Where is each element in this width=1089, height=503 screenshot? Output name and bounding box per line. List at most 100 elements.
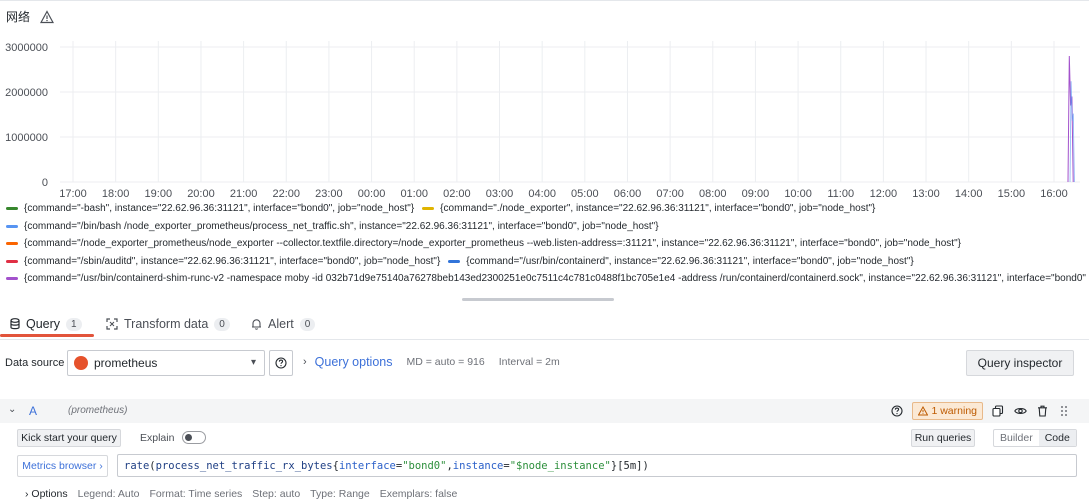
expr-value-2: "$node_instance" (509, 459, 611, 472)
tab-alert[interactable]: Alert 0 (251, 310, 316, 338)
drag-handle-icon[interactable] (1057, 404, 1071, 418)
legend-row: {command="-bash", instance="22.62.96.36:… (6, 200, 1089, 218)
query-options-row[interactable]: › Options Legend: Auto Format: Time seri… (25, 488, 457, 500)
x-tick-label: 02:00 (443, 188, 471, 200)
tab-query-count: 1 (66, 317, 82, 331)
x-tick-label: 00:00 (358, 188, 386, 200)
legend-swatch (448, 259, 461, 263)
x-tick-label: 19:00 (145, 188, 173, 200)
x-tick-label: 01:00 (400, 188, 428, 200)
trash-icon[interactable] (1035, 404, 1049, 418)
x-tick-label: 03:00 (486, 188, 514, 200)
x-tick-label: 12:00 (870, 188, 898, 200)
legend-label: {command="./node_exporter", instance="22… (440, 203, 876, 215)
query-ref-id[interactable]: A (29, 404, 37, 418)
legend-label: {command="/node_exporter_prometheus/node… (24, 238, 961, 250)
warning-icon (918, 406, 929, 416)
x-tick-label: 21:00 (230, 188, 258, 200)
legend-label: {command="/usr/bin/containerd-shim-runc-… (24, 273, 1086, 285)
options-format: Format: Time series (149, 488, 243, 500)
x-tick-label: 07:00 (656, 188, 684, 200)
explain-label: Explain (140, 431, 175, 444)
query-datasource-name: (prometheus) (68, 405, 128, 416)
mode-code-button[interactable]: Code (1038, 430, 1076, 446)
explain-toggle[interactable]: Explain (140, 431, 207, 444)
x-tick-label: 18:00 (102, 188, 130, 200)
mode-builder-button[interactable]: Builder (994, 430, 1039, 446)
chevron-down-icon: ▾ (250, 357, 256, 368)
legend-swatch (6, 259, 18, 263)
x-tick-label: 05:00 (571, 188, 599, 200)
tab-transform-data[interactable]: Transform data 0 (106, 310, 230, 338)
data-source-select[interactable]: prometheus ▾ (67, 350, 265, 376)
tab-query-label: Query (26, 317, 61, 331)
legend-swatch (6, 207, 18, 211)
legend-item[interactable]: {command="/node_exporter_prometheus/node… (6, 238, 961, 249)
legend-item[interactable]: {command="/sbin/auditd", instance="22.62… (6, 256, 440, 267)
duplicate-query-icon[interactable] (991, 404, 1005, 418)
query-row-actions: 1 warning (890, 402, 1071, 420)
x-tick-label: 08:00 (699, 188, 727, 200)
query-options-md: MD = auto = 916 (406, 356, 485, 368)
x-tick-label: 16:00 (1040, 188, 1068, 200)
kick-start-query-button[interactable]: Kick start your query (17, 429, 121, 447)
y-tick-label: 2000000 (5, 87, 48, 99)
run-queries-button[interactable]: Run queries (911, 429, 975, 447)
x-tick-label: 20:00 (187, 188, 215, 200)
legend-item[interactable]: {command="./node_exporter", instance="22… (422, 203, 875, 214)
chevron-right-icon: › (99, 460, 103, 472)
options-step: Step: auto (252, 488, 301, 500)
legend-label: {command="/sbin/auditd", instance="22.62… (24, 255, 441, 267)
panel-resize-handle[interactable] (462, 298, 614, 301)
options-toggle[interactable]: › Options (25, 488, 68, 500)
transform-icon (106, 318, 118, 330)
expr-label-2: instance (452, 459, 504, 472)
prometheus-logo-icon (74, 356, 88, 370)
explain-switch[interactable] (182, 431, 207, 444)
metrics-browser-label: Metrics browser (22, 460, 97, 472)
expr-value-1: "bond0" (402, 459, 447, 472)
panel-header[interactable]: 网络 (6, 8, 55, 25)
options-legend: Legend: Auto (77, 488, 140, 500)
legend-label: {command="-bash", instance="22.62.96.36:… (24, 203, 415, 215)
help-circle-icon[interactable] (890, 404, 904, 418)
data-source-help-button[interactable] (269, 350, 293, 376)
legend-item[interactable]: {command="/usr/bin/containerd-shim-runc-… (6, 273, 1086, 284)
legend-item[interactable]: {command="/usr/bin/containerd", instance… (448, 256, 914, 267)
chevron-right-icon: › (303, 356, 307, 368)
query-warning-badge[interactable]: 1 warning (912, 402, 983, 420)
time-series-chart[interactable]: 0 1000000 2000000 3000000 17:00 18:00 19:00 20:… (0, 29, 1089, 201)
query-expression-editor[interactable]: rate(process_net_traffic_rx_bytes{interf… (117, 454, 1077, 477)
x-tick-label: 11:00 (827, 188, 854, 200)
expr-label-1: interface (338, 459, 396, 472)
query-row-header[interactable]: ⌄ A (prometheus) 1 warning (0, 399, 1089, 423)
metrics-browser-button[interactable]: Metrics browser › (17, 455, 108, 477)
y-tick-label: 3000000 (5, 42, 48, 54)
tab-transform-label: Transform data (124, 317, 209, 331)
editor-mode-toggle: Builder Code (993, 429, 1077, 447)
expr-function: rate (124, 459, 150, 472)
tab-transform-count: 0 (214, 317, 230, 331)
panel-title: 网络 (6, 10, 31, 24)
query-options-toggle[interactable]: › Query options MD = auto = 916 Interval… (303, 355, 560, 369)
legend-item[interactable]: {command="-bash", instance="22.62.96.36:… (6, 203, 414, 214)
legend-row: {command="/sbin/auditd", instance="22.62… (6, 253, 1089, 271)
legend-row: {command="/node_exporter_prometheus/node… (6, 235, 1089, 253)
legend-item[interactable]: {command="/bin/bash /node_exporter_prome… (6, 221, 659, 232)
x-tick-label: 17:00 (59, 188, 87, 200)
eye-icon[interactable] (1013, 404, 1027, 418)
chart-legend: {command="-bash", instance="22.62.96.36:… (6, 200, 1089, 288)
legend-row: {command="/bin/bash /node_exporter_prome… (6, 218, 1089, 236)
y-tick-label: 0 (42, 177, 48, 189)
x-tick-label: 09:00 (742, 188, 770, 200)
x-tick-label: 23:00 (315, 188, 343, 200)
legend-row: {command="/usr/bin/containerd-shim-runc-… (6, 270, 1089, 288)
x-tick-label: 06:00 (614, 188, 642, 200)
warning-icon[interactable] (40, 9, 55, 24)
chevron-down-icon[interactable]: ⌄ (8, 404, 16, 415)
query-inspector-button[interactable]: Query inspector (966, 350, 1074, 376)
bell-icon (252, 319, 261, 330)
options-exemplars: Exemplars: false (379, 488, 458, 500)
x-tick-label: 10:00 (784, 188, 812, 200)
x-tick-label: 13:00 (912, 188, 940, 200)
